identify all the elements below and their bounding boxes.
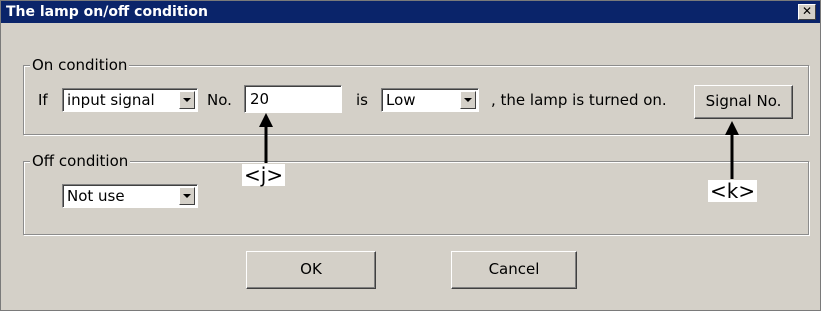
annotation-arrows [259,113,739,179]
arrow-up-icon [259,113,273,163]
arrow-up-icon [725,121,739,179]
annotation-k-label: <k> [708,179,758,203]
lamp-condition-dialog: The lamp on/off condition ✕ On condition… [0,0,821,311]
annotation-j-label: <j> [242,163,286,187]
